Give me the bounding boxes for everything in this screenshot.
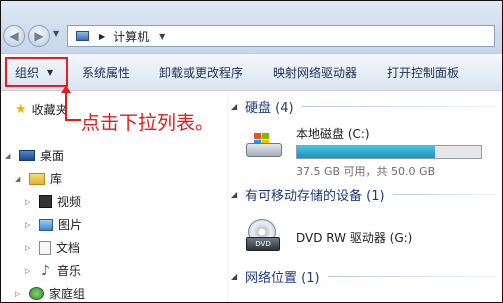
group-title-hard-disks: 硬盘 (4) bbox=[245, 101, 294, 116]
expander-icon[interactable]: ◢ bbox=[15, 175, 23, 183]
map-network-drive-button[interactable]: 映射网络驱动器 bbox=[273, 54, 357, 90]
library-folder-icon bbox=[29, 172, 45, 185]
group-separator bbox=[301, 106, 496, 107]
address-box[interactable]: ▶ 计算机 ▼ bbox=[67, 25, 495, 47]
desktop-icon bbox=[19, 150, 35, 161]
forward-arrow-icon: ▶ bbox=[34, 29, 44, 43]
local-disk-usage-fill bbox=[297, 146, 435, 158]
local-disk-space-text: 37.5 GB 可用，共 50.0 GB bbox=[296, 165, 436, 178]
expander-icon[interactable]: ▷ bbox=[25, 198, 33, 206]
breadcrumb-chevron-icon[interactable]: ▼ bbox=[159, 32, 165, 41]
local-disk-usage-bar bbox=[296, 145, 482, 159]
group-header-hard-disks[interactable]: ◢ 硬盘 (4) bbox=[228, 97, 502, 116]
group-title-network: 网络位置 (1) bbox=[245, 271, 320, 286]
back-button[interactable]: ◀ bbox=[3, 25, 25, 47]
collapse-arrow-icon[interactable]: ◢ bbox=[231, 102, 245, 111]
organize-label: 组织 bbox=[15, 65, 40, 80]
nav-label-documents: 文档 bbox=[56, 241, 81, 255]
nav-label-pictures: 图片 bbox=[58, 218, 83, 232]
breadcrumb-arrow-icon[interactable]: ▶ bbox=[99, 32, 105, 41]
annotation-arrow-connector bbox=[65, 119, 81, 121]
back-arrow-icon: ◀ bbox=[9, 29, 19, 43]
nav-item-documents[interactable]: ▷ 文档 bbox=[25, 239, 80, 256]
forward-button[interactable]: ▶ bbox=[28, 25, 50, 47]
annotation-arrow-line bbox=[65, 88, 67, 120]
expander-icon[interactable]: ▷ bbox=[15, 290, 23, 298]
computer-icon bbox=[76, 31, 89, 41]
expander-icon[interactable]: ▷ bbox=[25, 267, 33, 275]
collapse-arrow-icon[interactable]: ◢ bbox=[231, 190, 245, 199]
hard-disk-body bbox=[246, 143, 282, 157]
collapse-arrow-icon[interactable]: ◢ bbox=[231, 272, 245, 281]
nav-label-favorites: 收藏夹 bbox=[31, 103, 68, 117]
dvd-drive-icon[interactable]: DVD bbox=[246, 219, 280, 253]
nav-label-music: 音乐 bbox=[57, 264, 82, 278]
dvd-drive-name[interactable]: DVD RW 驱动器 (G:) bbox=[296, 229, 412, 246]
document-icon bbox=[39, 240, 51, 255]
expander-icon[interactable]: ◢ bbox=[5, 152, 13, 160]
expander-icon[interactable]: ▷ bbox=[25, 244, 33, 252]
recent-pages-chevron-icon[interactable]: ▼ bbox=[53, 29, 59, 38]
nav-item-videos[interactable]: ▷ 视频 bbox=[25, 193, 81, 210]
nav-label-videos: 视频 bbox=[57, 195, 82, 209]
organize-button[interactable]: 组织 ▼ bbox=[5, 57, 68, 87]
nav-label-homegroup: 家庭组 bbox=[49, 287, 86, 301]
system-properties-button[interactable]: 系统属性 bbox=[82, 54, 130, 90]
group-title-removable: 有可移动存储的设备 (1) bbox=[245, 189, 385, 204]
chevron-down-icon: ▼ bbox=[47, 67, 54, 77]
uninstall-program-button[interactable]: 卸载或更改程序 bbox=[159, 54, 243, 90]
homegroup-icon bbox=[29, 287, 44, 300]
group-separator bbox=[327, 276, 496, 277]
annotation-text: 点击下拉列表。 bbox=[81, 112, 215, 134]
nav-item-homegroup[interactable]: ▷ 家庭组 bbox=[15, 285, 85, 302]
picture-icon bbox=[39, 218, 53, 231]
command-bar: 组织 ▼ 系统属性 卸载或更改程序 映射网络驱动器 打开控制面板 bbox=[1, 54, 502, 91]
nav-item-pictures[interactable]: ▷ 图片 bbox=[25, 216, 82, 233]
expander-icon[interactable]: ▷ bbox=[25, 221, 33, 229]
nav-item-music[interactable]: ▷ ♪ 音乐 bbox=[25, 262, 81, 279]
content-pane: ◢ 硬盘 (4) 本地磁盘 (C:) 37.5 GB 可用，共 50.0 GB … bbox=[228, 91, 502, 302]
nav-label-desktop: 桌面 bbox=[40, 149, 65, 163]
nav-item-desktop[interactable]: ◢ 桌面 bbox=[5, 147, 64, 164]
group-header-network[interactable]: ◢ 网络位置 (1) bbox=[228, 267, 502, 286]
open-control-panel-button[interactable]: 打开控制面板 bbox=[387, 54, 459, 90]
group-separator bbox=[392, 194, 496, 195]
nav-item-libraries[interactable]: ◢ 库 bbox=[15, 170, 62, 187]
hard-disk-icon[interactable] bbox=[246, 133, 282, 161]
breadcrumb-computer[interactable]: 计算机 bbox=[113, 28, 149, 45]
nav-label-libraries: 库 bbox=[50, 172, 63, 186]
nav-item-favorites[interactable]: ★ 收藏夹 bbox=[15, 101, 68, 118]
address-bar-area: ◀ ▶ ▼ ▶ 计算机 ▼ bbox=[1, 1, 502, 54]
local-disk-name[interactable]: 本地磁盘 (C:) bbox=[296, 125, 370, 142]
dvd-label: DVD bbox=[246, 237, 280, 251]
video-icon bbox=[39, 195, 52, 208]
explorer-window: ◀ ▶ ▼ ▶ 计算机 ▼ 组织 ▼ 系统属性 卸载或更改程序 映射网络驱动器 … bbox=[0, 0, 503, 303]
group-header-removable[interactable]: ◢ 有可移动存储的设备 (1) bbox=[228, 185, 502, 204]
music-note-icon: ♪ bbox=[41, 262, 50, 279]
star-icon: ★ bbox=[15, 102, 27, 117]
